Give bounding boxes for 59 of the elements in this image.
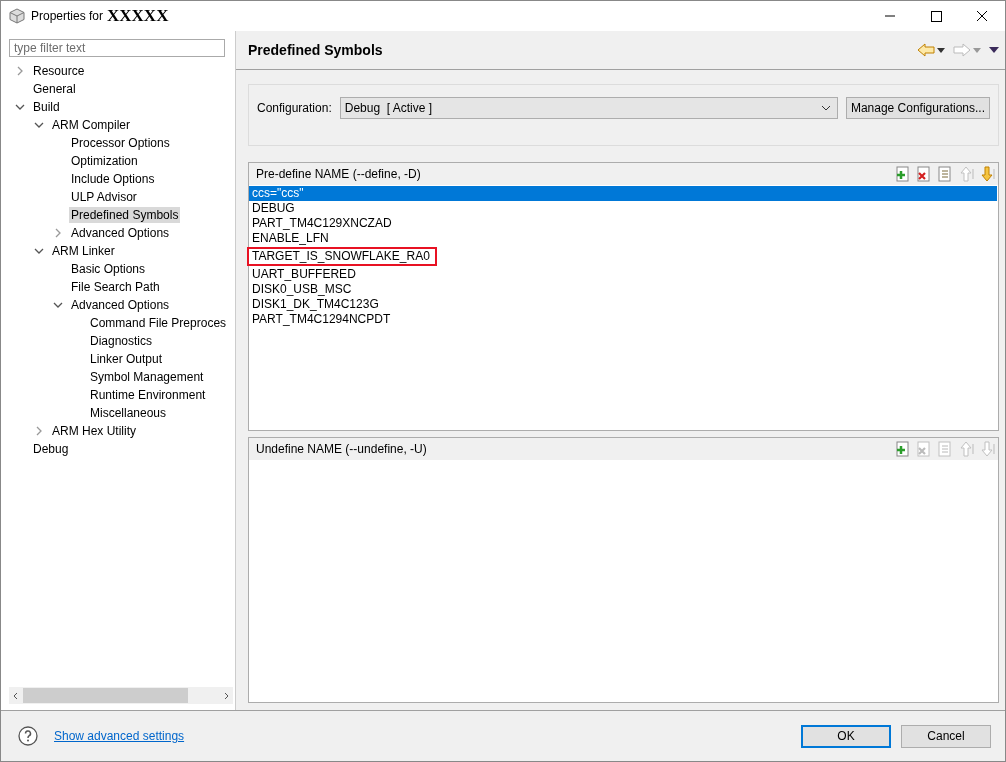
tree-item[interactable]: Advanced Options <box>69 297 172 313</box>
dialog-button[interactable]: OK <box>801 724 891 748</box>
symbol-item[interactable]: PART_TM4C1294NCPDT <box>249 312 394 327</box>
chevron-down-icon[interactable] <box>820 103 831 113</box>
symbol-item[interactable]: DEBUG <box>249 201 298 216</box>
redacted-name: XXXXX <box>107 6 169 26</box>
down-icon[interactable] <box>978 165 996 183</box>
add-icon[interactable] <box>894 165 912 183</box>
tree-item[interactable]: Symbol Management <box>88 369 206 385</box>
configuration-label: Configuration: <box>257 100 332 117</box>
chevron-down-icon[interactable] <box>53 300 63 310</box>
forward-arrow-icon[interactable] <box>953 43 971 57</box>
tree-item[interactable]: Optimization <box>69 153 140 169</box>
manage-configurations-button[interactable]: Manage Configurations... <box>845 97 990 119</box>
horizontal-scrollbar[interactable] <box>9 687 233 704</box>
tree-item[interactable]: ARM Compiler <box>50 117 132 133</box>
tree-item[interactable]: Include Options <box>69 171 157 187</box>
symbol-item[interactable]: TARGET_IS_SNOWFLAKE_RA0 <box>247 247 437 266</box>
tree-item[interactable]: Advanced Options <box>69 225 172 241</box>
tree-item[interactable]: Runtime Environment <box>88 387 208 403</box>
chevron-down-icon[interactable] <box>15 102 25 112</box>
symbol-item[interactable]: UART_BUFFERED <box>249 267 359 282</box>
page-title: Predefined Symbols <box>248 42 383 58</box>
tree-item[interactable]: Processor Options <box>69 135 172 151</box>
chevron-right-icon[interactable] <box>53 228 63 238</box>
dialog-button[interactable]: Cancel <box>901 724 991 748</box>
chevron-right-icon[interactable] <box>34 426 44 436</box>
tree-item[interactable]: Resource <box>31 63 87 79</box>
tree-item[interactable]: Debug <box>31 441 71 457</box>
tree-item[interactable]: Linker Output <box>88 351 165 367</box>
chevron-right-icon[interactable] <box>15 66 25 76</box>
symbol-item[interactable]: DISK1_DK_TM4C123G <box>249 297 382 312</box>
tree-item[interactable]: Build <box>31 99 62 115</box>
define-list-title: Pre-define NAME (--define, -D) <box>256 167 421 181</box>
tree-item[interactable]: Diagnostics <box>88 333 155 349</box>
symbol-item[interactable]: DISK0_USB_MSC <box>249 282 355 297</box>
tree-item[interactable]: Command File Preproces <box>88 315 229 331</box>
tree-item[interactable]: ARM Linker <box>50 243 117 259</box>
add-icon[interactable] <box>894 440 912 458</box>
filter-field[interactable]: type filter text <box>9 39 225 57</box>
app-icon <box>9 8 25 24</box>
symbol-item[interactable]: PART_TM4C129XNCZAD <box>249 216 395 231</box>
delete-icon[interactable] <box>915 165 933 183</box>
configuration-dropdown[interactable]: Debug [ Active ] <box>339 97 838 119</box>
symbol-item[interactable]: ENABLE_LFN <box>249 231 332 246</box>
tree-item[interactable]: Predefined Symbols <box>69 207 181 223</box>
help-icon[interactable] <box>18 726 38 746</box>
symbol-item[interactable]: ccs="ccs" <box>249 186 997 201</box>
tree-item[interactable]: General <box>31 81 78 97</box>
tree-item[interactable]: File Search Path <box>69 279 162 295</box>
chevron-down-icon[interactable] <box>34 120 44 130</box>
undefine-list-title: Undefine NAME (--undefine, -U) <box>256 442 427 456</box>
tree-item[interactable]: ULP Advisor <box>69 189 139 205</box>
advanced-settings-link[interactable]: Show advanced settings <box>54 729 185 743</box>
tree-item[interactable]: Miscellaneous <box>88 405 169 421</box>
window-title: Properties for <box>31 9 104 23</box>
tree-item[interactable]: ARM Hex Utility <box>50 423 138 439</box>
chevron-down-icon[interactable] <box>34 246 44 256</box>
tree-item[interactable]: Basic Options <box>69 261 148 277</box>
